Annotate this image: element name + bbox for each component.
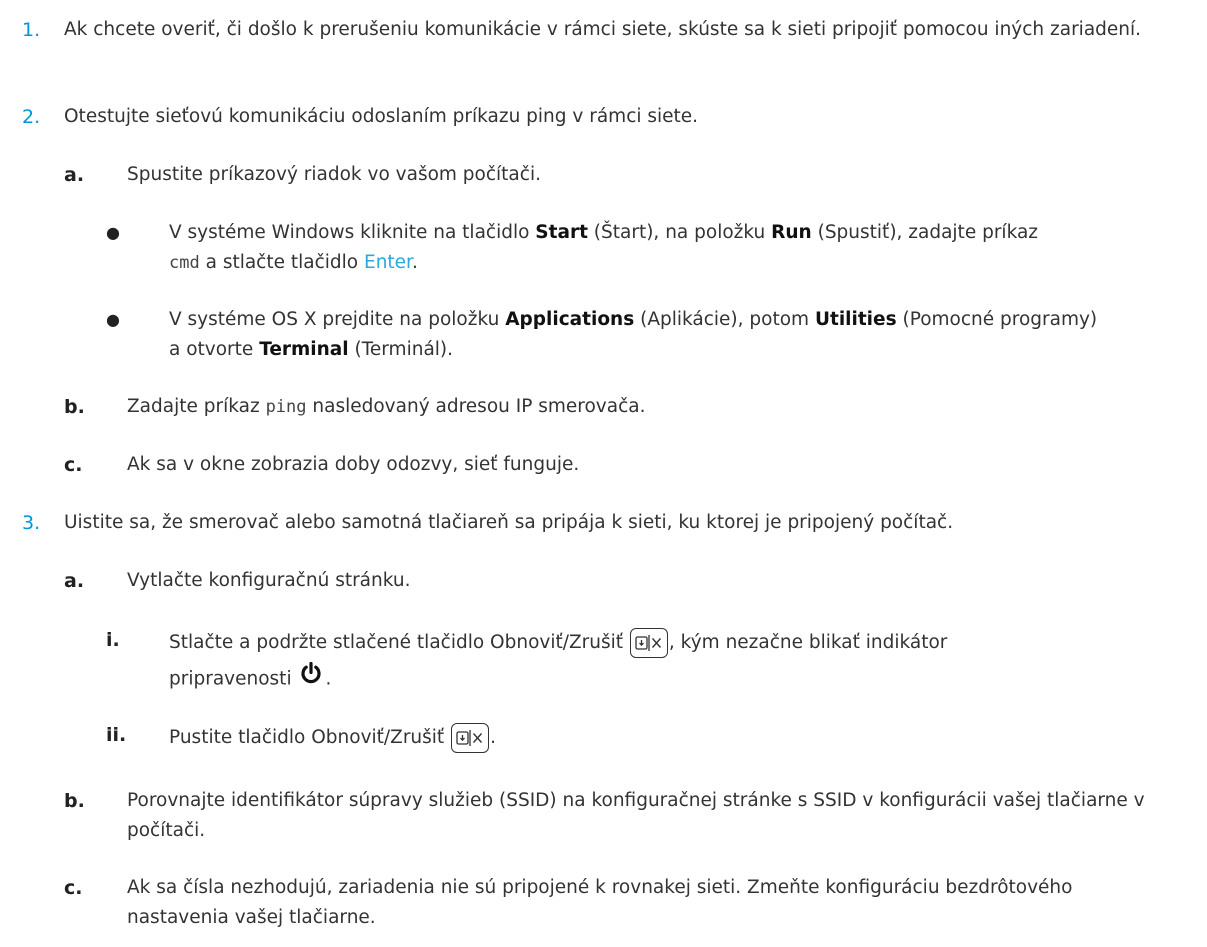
- step-3a-ii-text-part: Pustite tlačidlo Obnoviť/Zrušiť: [169, 727, 445, 748]
- step-2a-text: Spustite príkazový riadok vo vašom počít…: [127, 164, 541, 185]
- step-2b-text-part: nasledovaný adresou IP smerovača.: [306, 396, 646, 417]
- step-3a-ii-numeral: ii.: [106, 724, 127, 746]
- resume-cancel-button-icon: [629, 628, 668, 658]
- step-3c-text: Ak sa čísla nezhodujú, zariadenia nie sú…: [127, 877, 1073, 928]
- step-3a-i-text-part: .: [325, 668, 332, 690]
- step-1-text: Ak chcete overiť, či došlo k prerušeniu …: [64, 19, 1142, 40]
- ping-command: ping: [265, 397, 307, 417]
- bullet-windows-text: V systéme Windows kliknite na tlačidlo: [169, 222, 536, 243]
- run-label: Run: [771, 222, 812, 243]
- step-3a-ii-text-part: .: [490, 727, 496, 748]
- step-3a-i-text-part: pripravenosti: [169, 668, 292, 690]
- step-2b-letter: b.: [64, 396, 85, 418]
- bullet-windows: V systéme Windows kliknite na tlačidlo S…: [169, 218, 1177, 278]
- step-3a-i-text-part: Stlačte a podržte stlačené tlačidlo Obno…: [169, 632, 624, 653]
- step-2a-letter: a.: [64, 164, 85, 186]
- step-3-number: 3.: [22, 512, 41, 534]
- step-3a-text: Vytlačte konfiguračnú stránku.: [127, 570, 411, 591]
- power-ready-icon: [299, 661, 323, 698]
- bullet-windows-text: (Spustiť), zadajte príkaz: [811, 222, 1039, 243]
- step-3c-letter: c.: [64, 877, 83, 899]
- step-3-text: Uistite sa, že smerovač alebo samotná tl…: [64, 512, 954, 533]
- bullet-windows-text: (Štart), na položku: [587, 222, 772, 243]
- step-2b-text-part: Zadajte príkaz: [127, 396, 266, 417]
- step-2-text: Otestujte sieťovú komunikáciu odoslaním …: [64, 106, 699, 127]
- bullet-osx-text: (Aplikácie), potom: [634, 309, 815, 330]
- step-3a-i-text-part: , kým nezačne blikať indikátor: [668, 632, 948, 653]
- bullet-osx-text: (Terminál).: [348, 339, 454, 360]
- bullet-windows-text: a stlačte tlačidlo: [199, 252, 364, 273]
- bullet-osx: V systéme OS X prejdite na položku Appli…: [169, 305, 1177, 365]
- utilities-label: Utilities: [814, 309, 897, 330]
- bullet-windows-text: .: [411, 252, 418, 273]
- step-1-number: 1.: [22, 19, 41, 41]
- step-3b-letter: b.: [64, 790, 85, 812]
- step-2b-text: Zadajte príkaz ping nasledovaný adresou …: [127, 392, 1177, 422]
- bullet-icon: ●: [106, 310, 120, 329]
- step-3a-i-text: Stlačte a podržte stlačené tlačidlo Obno…: [169, 625, 1177, 698]
- enter-link[interactable]: Enter: [364, 252, 412, 273]
- bullet-osx-text: V systéme OS X prejdite na položku: [169, 309, 506, 330]
- step-3a-letter: a.: [64, 570, 85, 592]
- resume-cancel-button-icon: [451, 723, 490, 753]
- bullet-osx-text: (Pomocné programy): [896, 309, 1098, 330]
- step-3a-ii-text: Pustite tlačidlo Obnoviť/Zrušiť .: [169, 720, 1177, 756]
- bullet-icon: ●: [106, 223, 120, 242]
- step-3b-text: Porovnajte identifikátor súpravy služieb…: [127, 790, 1145, 841]
- step-2c-letter: c.: [64, 454, 83, 476]
- applications-label: Applications: [505, 309, 635, 330]
- start-label: Start: [535, 222, 588, 243]
- step-2c-text: Ak sa v okne zobrazia doby odozvy, sieť …: [127, 454, 580, 475]
- terminal-label: Terminal: [259, 339, 349, 360]
- cmd-command: cmd: [169, 253, 200, 273]
- step-2-number: 2.: [22, 106, 41, 128]
- step-3a-i-numeral: i.: [106, 629, 120, 651]
- bullet-osx-text: a otvorte: [169, 339, 260, 360]
